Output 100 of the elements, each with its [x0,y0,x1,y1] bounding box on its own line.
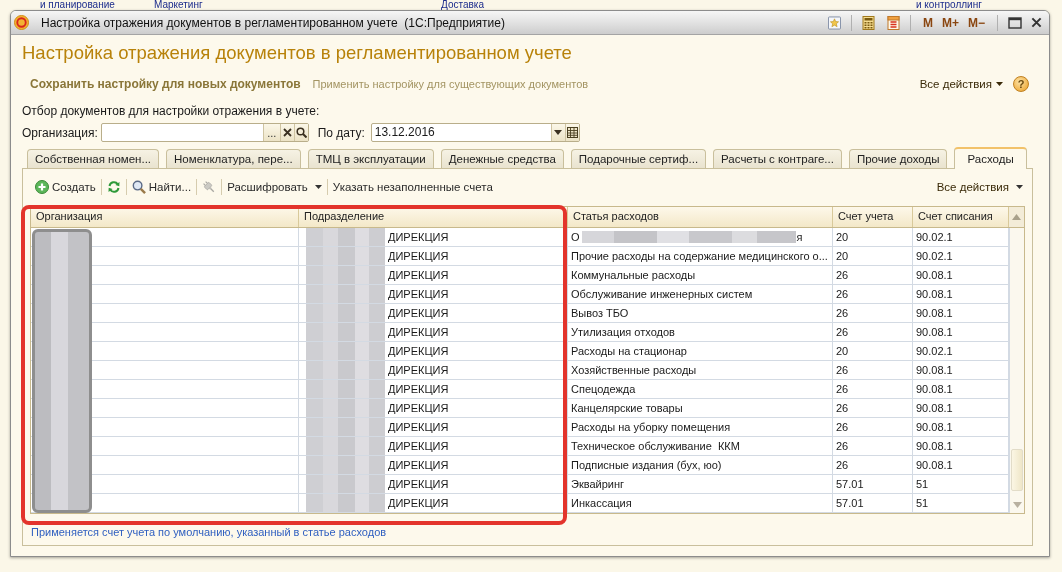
table-cell: 26 [833,380,913,399]
table-cell: 57.01 [833,494,913,513]
all-actions-menu[interactable]: Все действия [919,78,1003,90]
table-cell-text: ДИРЕКЦИЯ [388,439,449,454]
table-cell-text: ДИРЕКЦИЯ [388,249,449,264]
table-cell-text: ДИРЕКЦИЯ [388,344,449,359]
date-field[interactable]: 13.12.2016 [370,123,580,142]
select-button[interactable]: ... [262,124,280,141]
tab[interactable]: Номенклатура, пере... [166,149,301,168]
table-cell: Спецодежда [568,380,833,399]
table-cell: 26 [833,285,913,304]
table-cell: Коммунальные расходы [568,266,833,285]
window-title: Настройка отражения документов в регламентированном учете (1С:Предприятие) [41,15,505,30]
table-cell-text: ДИРЕКЦИЯ [388,477,449,492]
table-cell: Эквайринг [568,475,833,494]
calculator-icon[interactable] [861,15,875,30]
table-cell-text: ДИРЕКЦИЯ [388,401,449,416]
table-cell: Расходы на уборку помещения [568,418,833,437]
table-cell: 20 [833,247,913,266]
up-arrow-icon [1012,214,1021,220]
fill-accounts-button[interactable]: Указать незаполненные счета [332,181,493,193]
background-menu-item[interactable]: Маркетинг [154,0,203,10]
table-cell: Прочие расходы на содержание медицинского о... [568,247,833,266]
table-cell: Расходы на стационар [568,342,833,361]
scroll-up-button[interactable] [1009,207,1024,227]
date-label: По дату: [317,125,365,140]
table-cell-text: ДИРЕКЦИЯ [388,306,449,321]
clear-icon [282,128,292,137]
tab[interactable]: Собственная номен... [27,149,160,168]
table-cell-text: ДИРЕКЦИЯ [388,230,449,245]
search-icon [295,127,307,138]
background-menu-item[interactable]: Доставка [441,0,484,10]
caret-icon [554,130,563,135]
calendar-icon[interactable] [886,15,900,30]
memory-button[interactable]: M− [966,15,987,30]
maximize-icon[interactable] [1008,16,1022,29]
column-header[interactable]: Подразделение [299,207,568,227]
dropdown-button[interactable] [550,124,565,141]
table-cell: 26 [833,437,913,456]
all-actions-menu[interactable]: Все действия [936,181,1023,193]
table-cell: 26 [833,266,913,285]
table-cell: Хозяйственные расходы [568,361,833,380]
down-arrow-icon [1012,502,1022,508]
table-cell: 26 [833,399,913,418]
organization-label: Организация: [22,125,98,140]
table-cell: 26 [833,323,913,342]
caret-icon [996,82,1003,86]
tab[interactable]: Подарочные сертиф... [570,149,707,168]
create-button[interactable]: Создать [35,180,96,194]
column-header[interactable]: Статья расходов [568,207,833,227]
search-icon [131,180,146,194]
calendar-grid-icon [566,127,578,138]
table-cell-text: ДИРЕКЦИЯ [388,382,449,397]
table-cell: Обслуживание инженерных систем [568,285,833,304]
table-cell-text: ДИРЕКЦИЯ [388,268,449,283]
form-heading: Настройка отражения документов в регламентированном учете [22,41,573,65]
table-cell: 26 [833,418,913,437]
scrollbar-thumb[interactable] [1011,449,1023,491]
table-cell-text: ДИРЕКЦИЯ [388,458,449,473]
logo-icon [14,15,29,30]
refresh-icon [106,180,121,194]
background-menu-item[interactable]: и контроллинг [916,0,982,10]
table-cell: Инкассация [568,494,833,513]
table-cell-text: ДИРЕКЦИЯ [388,420,449,435]
caret-icon [314,185,322,189]
table-cell: 20 [833,228,913,247]
column-header[interactable]: Счет учета [833,207,913,227]
add-icon [35,180,49,194]
refresh-button[interactable] [106,180,121,194]
organization-field[interactable]: ... [100,123,309,142]
table-cell: 26 [833,361,913,380]
table-cell: 26 [833,304,913,323]
decode-menu-button[interactable]: Расшифровать [227,181,322,193]
help-button[interactable]: ? [1013,76,1029,92]
tab[interactable]: Денежные средства [440,149,564,168]
date-value: 13.12.2016 [373,124,436,141]
column-header[interactable]: Организация [31,207,299,227]
hint-text: Применяется счет учета по умолчанию, указанный в статье расходов [30,526,388,539]
find-button[interactable]: Найти... [131,180,192,194]
table-cell-text: О [571,230,580,245]
background-menu-item[interactable]: и планирование [40,0,115,10]
table-cell-text: ДИРЕКЦИЯ [388,363,449,378]
save-settings-link[interactable]: Сохранить настройку для новых документов [30,77,301,91]
favorites-star-icon[interactable] [827,15,841,30]
plug-icon [202,180,217,194]
table-cell: 20 [833,342,913,361]
memory-button[interactable]: M+ [939,15,961,30]
table-cell-text: ДИРЕКЦИЯ [388,287,449,302]
memory-button[interactable]: M [920,15,935,30]
tab[interactable]: Расходы [954,147,1027,169]
table-cell: 57.01 [833,475,913,494]
table-cell-text: ДИРЕКЦИЯ [388,325,449,340]
tab[interactable]: ТМЦ в эксплуатации [307,149,434,168]
filter-caption: Отбор документов для настройки отражения в учете: [22,103,321,119]
table-cell: Техническое обслуживание ККМ [568,437,833,456]
table-cell: 26 [833,456,913,475]
close-icon[interactable] [1031,17,1042,28]
tab[interactable]: Прочие доходы [848,149,948,168]
tab[interactable]: Расчеты с контраге... [713,149,842,168]
table-cell: Канцелярские товары [568,399,833,418]
